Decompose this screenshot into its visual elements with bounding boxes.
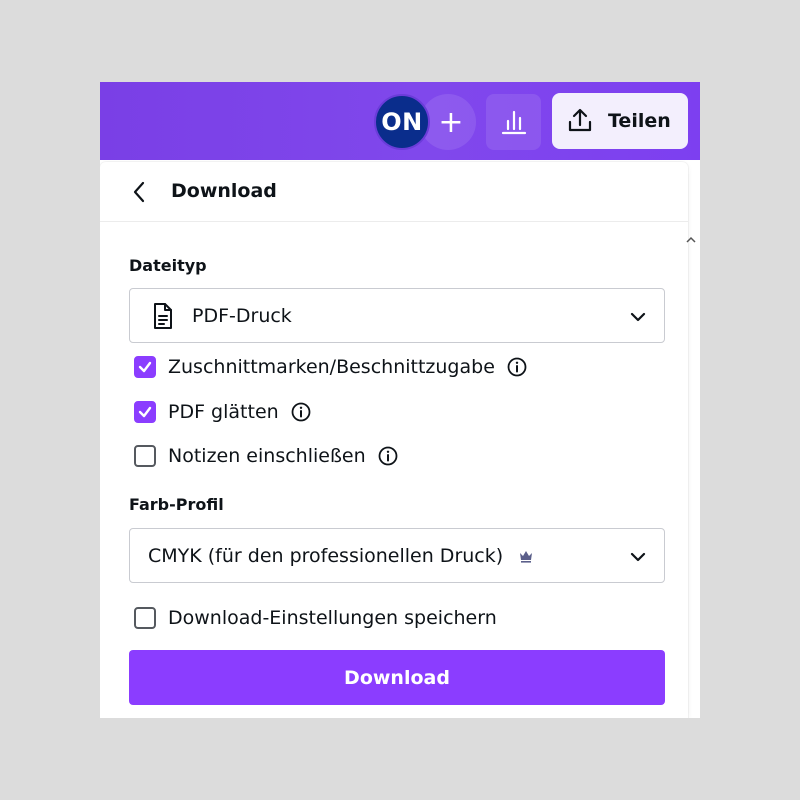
avatar-initials: ON xyxy=(381,108,423,136)
crop-marks-checkbox[interactable] xyxy=(134,356,156,378)
bar-chart-icon xyxy=(501,110,526,135)
top-bar: + ON Teilen xyxy=(100,82,700,160)
crown-icon xyxy=(520,550,533,563)
checkmark-icon xyxy=(138,361,152,373)
file-type-label: Dateityp xyxy=(129,256,207,275)
download-button-label: Download xyxy=(344,666,450,689)
file-type-select[interactable]: PDF-Druck xyxy=(129,288,665,343)
panel-title: Download xyxy=(171,180,277,202)
insights-button[interactable] xyxy=(486,94,541,150)
info-icon[interactable] xyxy=(507,357,527,377)
plus-icon: + xyxy=(438,104,464,140)
flatten-pdf-label: PDF glätten xyxy=(168,401,279,423)
app-frame: + ON Teilen Download Dateityp PDF-Druck … xyxy=(100,82,700,718)
info-icon[interactable] xyxy=(291,402,311,422)
download-panel: Download Dateityp PDF-Druck Zuschnittmar… xyxy=(100,162,688,718)
download-button[interactable]: Download xyxy=(129,650,665,705)
save-settings-checkbox[interactable] xyxy=(134,607,156,629)
flatten-pdf-checkbox[interactable] xyxy=(134,401,156,423)
chevron-up-icon xyxy=(686,236,696,243)
option-flatten-pdf[interactable]: PDF glätten xyxy=(134,400,311,424)
share-upload-icon xyxy=(568,108,592,132)
include-notes-checkbox[interactable] xyxy=(134,445,156,467)
file-type-value: PDF-Druck xyxy=(192,304,292,327)
panel-header: Download xyxy=(100,162,688,222)
chevron-left-icon xyxy=(133,181,145,203)
color-profile-select[interactable]: CMYK (für den professionellen Druck) xyxy=(129,528,665,583)
crop-marks-label: Zuschnittmarken/Beschnittzugabe xyxy=(168,356,495,378)
info-icon[interactable] xyxy=(378,446,398,466)
option-save-settings[interactable]: Download-Einstellungen speichern xyxy=(134,606,497,630)
option-include-notes[interactable]: Notizen einschließen xyxy=(134,444,398,468)
document-icon xyxy=(154,302,172,329)
avatar[interactable]: ON xyxy=(374,94,430,150)
share-label: Teilen xyxy=(608,110,671,132)
share-button[interactable]: Teilen xyxy=(552,93,688,149)
option-crop-marks[interactable]: Zuschnittmarken/Beschnittzugabe xyxy=(134,355,527,379)
color-profile-value: CMYK (für den professionellen Druck) xyxy=(148,544,504,567)
checkmark-icon xyxy=(138,406,152,418)
chevron-down-icon xyxy=(630,552,646,562)
back-button[interactable] xyxy=(128,180,152,204)
color-profile-label: Farb-Profil xyxy=(129,495,224,514)
chevron-down-icon xyxy=(630,312,646,322)
save-settings-label: Download-Einstellungen speichern xyxy=(168,607,497,629)
include-notes-label: Notizen einschließen xyxy=(168,445,366,467)
